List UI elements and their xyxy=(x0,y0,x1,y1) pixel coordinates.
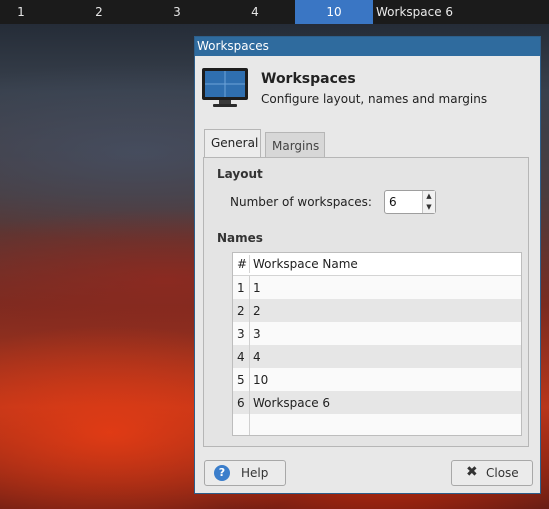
table-row[interactable]: 1 1 xyxy=(233,276,521,299)
workspace-count-value[interactable]: 6 xyxy=(389,195,397,209)
row-number: 2 xyxy=(237,304,245,318)
spinner-buttons: ▲ ▼ xyxy=(422,191,435,213)
workspace-name-cell[interactable]: 4 xyxy=(253,350,261,364)
workspace-name-cell[interactable]: 1 xyxy=(253,281,261,295)
close-icon: ✖ xyxy=(466,464,478,480)
cell-divider xyxy=(249,391,250,414)
workspace-button-4[interactable]: 4 xyxy=(234,0,276,24)
table-row[interactable]: 4 4 xyxy=(233,345,521,368)
workspace-name-cell[interactable]: 10 xyxy=(253,373,268,387)
workspace-count-label: Number of workspaces: xyxy=(230,195,372,209)
row-number: 5 xyxy=(237,373,245,387)
names-section-title: Names xyxy=(217,231,263,245)
workspace-name-cell[interactable]: 3 xyxy=(253,327,261,341)
row-number: 6 xyxy=(237,396,245,410)
workspace-button-2[interactable]: 2 xyxy=(78,0,120,24)
dialog-header-subtitle: Configure layout, names and margins xyxy=(261,92,488,106)
cell-divider xyxy=(249,414,250,435)
column-divider xyxy=(249,255,250,273)
layout-section-title: Layout xyxy=(217,167,263,181)
general-tab-panel: Layout Number of workspaces: 6 ▲ ▼ Names… xyxy=(203,157,529,447)
column-header-workspace-name[interactable]: Workspace Name xyxy=(253,257,358,271)
workspace-names-table: # Workspace Name 1 1 2 2 3 3 4 4 5 10 6 … xyxy=(232,252,522,436)
cell-divider xyxy=(249,299,250,322)
table-empty-row xyxy=(233,414,521,435)
column-header-number[interactable]: # xyxy=(237,257,247,271)
tab-margins[interactable]: Margins xyxy=(265,132,325,158)
table-row[interactable]: 3 3 xyxy=(233,322,521,345)
workspace-button-10[interactable]: 10 xyxy=(295,0,373,24)
row-number: 4 xyxy=(237,350,245,364)
help-button[interactable]: ? Help xyxy=(204,460,286,486)
row-number: 1 xyxy=(237,281,245,295)
table-row[interactable]: 2 2 xyxy=(233,299,521,322)
window-titlebar[interactable]: Workspaces xyxy=(195,37,540,56)
tab-general[interactable]: General xyxy=(204,129,261,158)
monitor-icon xyxy=(201,67,249,112)
table-row[interactable]: 6 Workspace 6 xyxy=(233,391,521,414)
help-button-label: Help xyxy=(241,466,269,480)
workspace-button-1[interactable]: 1 xyxy=(0,0,42,24)
help-icon: ? xyxy=(214,465,230,481)
active-workspace-name: Workspace 6 xyxy=(376,5,454,19)
workspace-button-3[interactable]: 3 xyxy=(156,0,198,24)
workspace-name-cell[interactable]: 2 xyxy=(253,304,261,318)
window-title: Workspaces xyxy=(197,39,269,53)
spinner-up-icon[interactable]: ▲ xyxy=(423,191,435,202)
cell-divider xyxy=(249,276,250,299)
table-header: # Workspace Name xyxy=(233,253,521,276)
workspace-count-spinner[interactable]: 6 ▲ ▼ xyxy=(384,190,436,214)
cell-divider xyxy=(249,368,250,391)
close-button-label: Close xyxy=(486,466,519,480)
dialog-header-title: Workspaces xyxy=(261,71,356,87)
spinner-down-icon[interactable]: ▼ xyxy=(423,202,435,213)
row-number: 3 xyxy=(237,327,245,341)
table-row[interactable]: 5 10 xyxy=(233,368,521,391)
workspace-switcher-bar: 1 2 3 4 10 Workspace 6 xyxy=(0,0,549,24)
cell-divider xyxy=(249,345,250,368)
cell-divider xyxy=(249,322,250,345)
close-button[interactable]: ✖ Close xyxy=(451,460,533,486)
workspace-name-cell[interactable]: Workspace 6 xyxy=(253,396,330,410)
workspaces-dialog: Workspaces Workspaces Configure layout, … xyxy=(194,36,541,494)
